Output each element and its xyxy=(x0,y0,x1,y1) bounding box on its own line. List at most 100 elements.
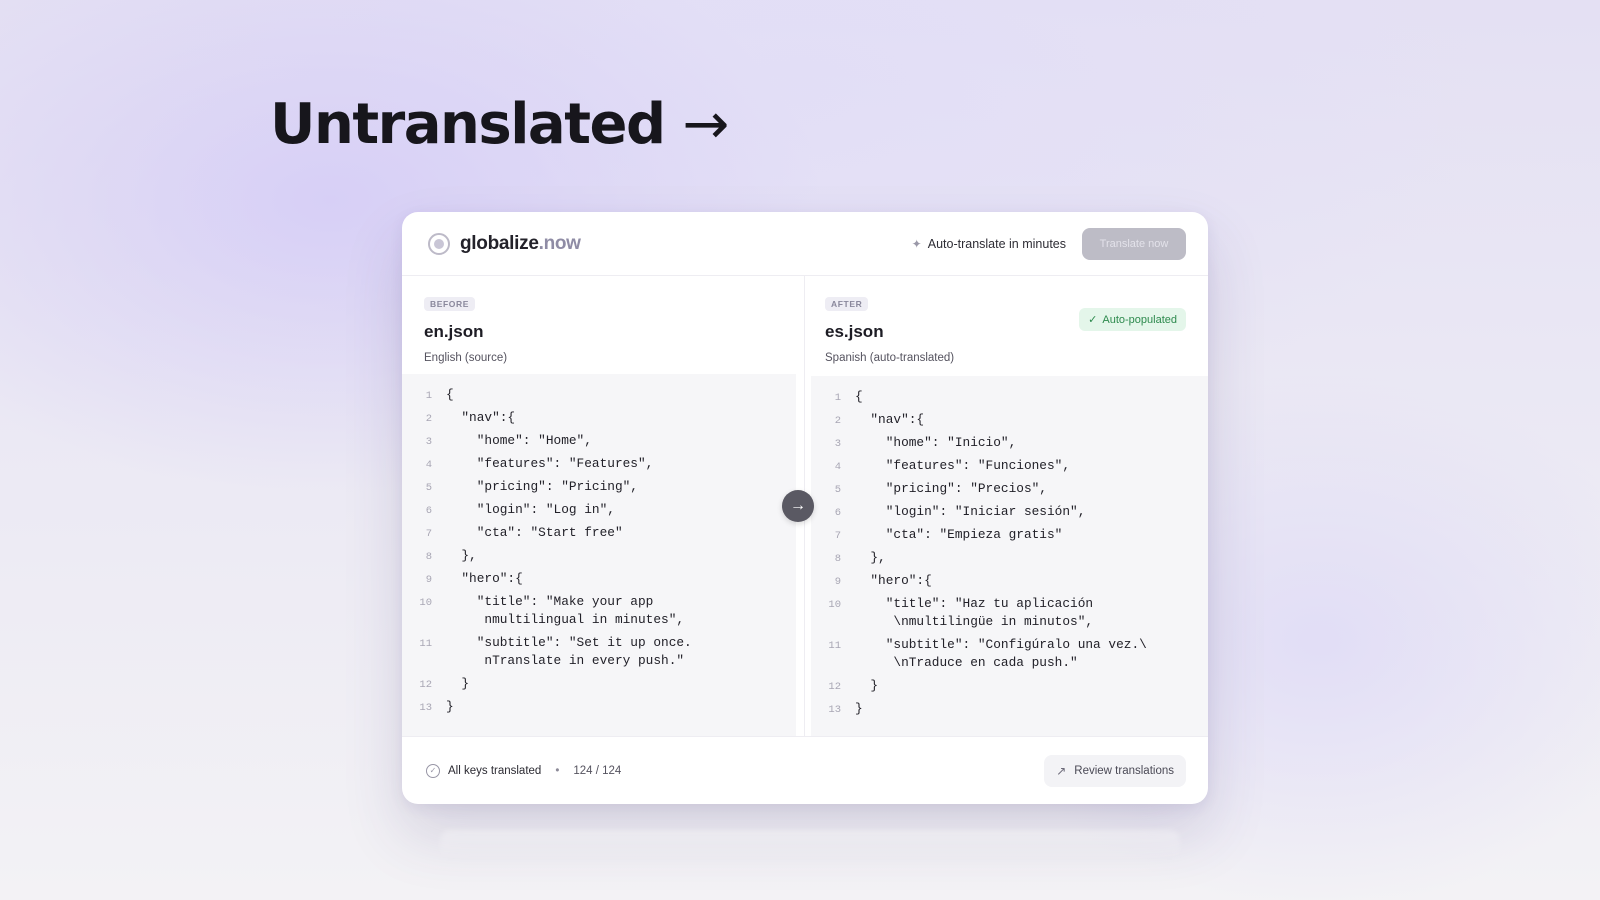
code-text: "hero":{ xyxy=(446,571,523,586)
code-text: "login": "Log in", xyxy=(446,502,615,517)
code-line: 7 "cta": "Empieza gratis" xyxy=(811,524,1208,547)
code-line: 9 "hero":{ xyxy=(811,570,1208,593)
line-number: 8 xyxy=(425,551,432,563)
translate-now-button[interactable]: Translate now xyxy=(1082,227,1186,260)
code-line: 12 } xyxy=(402,673,796,696)
code-text: "nav":{ xyxy=(855,412,925,427)
code-line: 10 "title": "Make your app nmultilingual… xyxy=(402,591,796,632)
code-text: "login": "Iniciar sesión", xyxy=(855,504,1086,519)
code-line: 13} xyxy=(402,696,796,719)
top-bar: globalize.now ✦ Auto-translate in minute… xyxy=(402,212,1208,276)
code-line: 3 "home": "Inicio", xyxy=(811,432,1208,455)
target-code-view[interactable]: 1{2 "nav":{3 "home": "Inicio", 4 "feature… xyxy=(811,376,1208,736)
line-number: 12 xyxy=(828,681,841,693)
line-number: 11 xyxy=(419,638,432,650)
line-number: 4 xyxy=(834,461,841,473)
code-line: 10 "title": "Haz tu aplicación \nmultili… xyxy=(811,593,1208,634)
arrow-right-icon: → xyxy=(782,490,814,522)
card-reflection xyxy=(440,830,1180,860)
footer-bar: ✓ All keys translated • 124 / 124 ↗ Revi… xyxy=(402,736,1208,804)
code-line: 1{ xyxy=(811,386,1208,409)
code-text: "cta": "Empieza gratis" xyxy=(855,527,1063,542)
line-number: 8 xyxy=(834,553,841,565)
source-file-name: en.json xyxy=(424,322,484,341)
code-text: "home": "Inicio", xyxy=(855,435,1017,450)
line-number: 2 xyxy=(834,415,841,427)
code-text: "title": "Make your app nmultilingual in… xyxy=(476,594,685,627)
headline-text: Untranslated xyxy=(270,92,666,157)
code-text: } xyxy=(446,699,454,714)
line-number: 9 xyxy=(834,576,841,588)
line-number: 1 xyxy=(834,392,841,404)
code-text: "subtitle": "Configúralo una vez.\ \nTra… xyxy=(885,637,1147,670)
code-text: }, xyxy=(446,548,477,563)
code-text: } xyxy=(855,701,863,716)
arrow-right-icon: → xyxy=(682,92,730,157)
after-pane: AFTER es.json Spanish (auto-translated) … xyxy=(805,276,1208,736)
check-icon: ✓ xyxy=(1088,314,1098,326)
code-line: 8 }, xyxy=(811,547,1208,570)
code-text: "hero":{ xyxy=(855,573,932,588)
code-line: 11 "subtitle": "Set it up once. nTransla… xyxy=(402,632,796,673)
code-text: "home": "Home", xyxy=(446,433,592,448)
logo-icon xyxy=(428,232,450,255)
code-line: 4 "features": "Funciones", xyxy=(811,455,1208,478)
external-link-icon: ↗ xyxy=(1056,763,1067,778)
before-tag: BEFORE xyxy=(424,297,476,311)
code-text: { xyxy=(855,389,863,404)
code-line: 2 "nav":{ xyxy=(402,407,796,430)
line-number: 13 xyxy=(828,704,841,716)
source-code-view[interactable]: 1{2 "nav":{3 "home": "Home", 4 "features"… xyxy=(402,374,796,736)
line-number: 6 xyxy=(425,505,432,517)
line-number: 12 xyxy=(419,679,432,691)
logo[interactable]: globalize.now xyxy=(428,232,581,255)
code-line: 13} xyxy=(811,698,1208,721)
line-number: 7 xyxy=(834,530,841,542)
translation-status: ✓ All keys translated • 124 / 124 xyxy=(426,763,621,778)
tagline: ✦ Auto-translate in minutes xyxy=(912,237,1066,251)
code-text: "pricing": "Pricing", xyxy=(446,479,638,494)
code-line: 2 "nav":{ xyxy=(811,409,1208,432)
line-number: 9 xyxy=(425,574,432,586)
line-number: 5 xyxy=(425,482,432,494)
code-line: 6 "login": "Log in", xyxy=(402,499,796,522)
code-text: "title": "Haz tu aplicación \nmultilingü… xyxy=(885,596,1094,629)
code-text: "features": "Funciones", xyxy=(855,458,1071,473)
code-text: } xyxy=(446,676,470,691)
headline: Untranslated → xyxy=(270,92,730,157)
line-number: 5 xyxy=(834,484,841,496)
code-text: "features": "Features", xyxy=(446,456,654,471)
code-line: 9 "hero":{ xyxy=(402,568,796,591)
tagline-text: Auto-translate in minutes xyxy=(927,236,1066,251)
code-text: }, xyxy=(855,550,886,565)
code-text: "pricing": "Precios", xyxy=(855,481,1047,496)
code-line: 4 "features": "Features", xyxy=(402,453,796,476)
target-file-desc: Spanish (auto-translated) xyxy=(825,352,955,364)
status-text: All keys translated xyxy=(448,764,542,777)
auto-populated-badge: ✓ Auto-populated xyxy=(1079,308,1186,331)
line-number: 3 xyxy=(834,438,841,450)
line-number: 7 xyxy=(425,528,432,540)
code-line: 1{ xyxy=(402,384,796,407)
brand-name: globalize.now xyxy=(460,232,581,254)
code-line: 8 }, xyxy=(402,545,796,568)
code-text: } xyxy=(855,678,879,693)
separator-dot: • xyxy=(555,764,560,777)
code-text: { xyxy=(446,387,454,402)
line-number: 10 xyxy=(828,599,841,611)
code-line: 5 "pricing": "Pricing", xyxy=(402,476,796,499)
code-line: 6 "login": "Iniciar sesión", xyxy=(811,501,1208,524)
code-line: 12 } xyxy=(811,675,1208,698)
code-line: 3 "home": "Home", xyxy=(402,430,796,453)
check-circle-icon: ✓ xyxy=(426,763,440,778)
line-number: 11 xyxy=(828,640,841,652)
line-number: 4 xyxy=(425,459,432,471)
before-pane: BEFORE en.json English (source) 1{2 "nav… xyxy=(402,276,805,736)
code-text: "nav":{ xyxy=(446,410,516,425)
line-number: 1 xyxy=(425,390,432,402)
code-line: 7 "cta": "Start free" xyxy=(402,522,796,545)
code-text: "subtitle": "Set it up once. nTranslate … xyxy=(476,635,692,668)
line-number: 10 xyxy=(419,597,432,609)
code-line: 11 "subtitle": "Configúralo una vez.\ \n… xyxy=(811,634,1208,675)
review-translations-button[interactable]: ↗ Review translations xyxy=(1044,754,1186,787)
